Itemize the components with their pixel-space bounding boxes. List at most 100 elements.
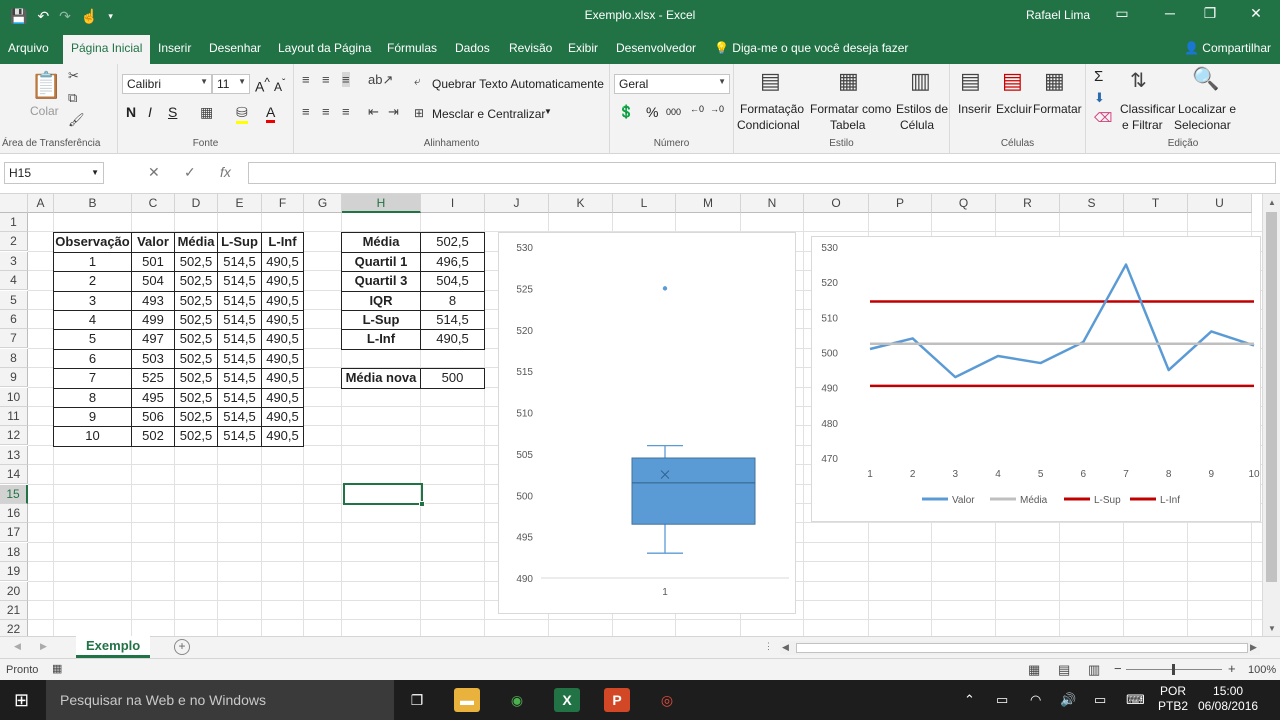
select-all-corner[interactable] bbox=[0, 194, 28, 213]
table-cell[interactable]: 4 bbox=[53, 310, 132, 331]
row-header-10[interactable]: 10 bbox=[0, 387, 28, 407]
table-cell[interactable]: 501 bbox=[131, 251, 175, 273]
column-header-h[interactable]: H bbox=[342, 194, 421, 213]
row-header-7[interactable]: 7 bbox=[0, 329, 28, 349]
share-button[interactable]: 👤 Compartilhar bbox=[1184, 41, 1271, 55]
row-header-3[interactable]: 3 bbox=[0, 251, 28, 271]
row-header-12[interactable]: 12 bbox=[0, 426, 28, 446]
column-header-u[interactable]: U bbox=[1188, 194, 1252, 213]
underline-button[interactable]: S bbox=[168, 104, 177, 120]
table-cell[interactable]: 9 bbox=[53, 407, 132, 428]
name-box[interactable]: H15 ▼ bbox=[4, 162, 104, 184]
format-as-table-line1[interactable]: Formatar como bbox=[810, 102, 891, 116]
column-header-c[interactable]: C bbox=[132, 194, 175, 213]
row-header-19[interactable]: 19 bbox=[0, 562, 28, 582]
table-cell[interactable]: 7 bbox=[53, 368, 132, 389]
align-middle-icon[interactable]: ≡ bbox=[322, 72, 330, 87]
cell-styles-line1[interactable]: Estilos de bbox=[896, 102, 948, 116]
shrink-font-icon[interactable]: Aˇ bbox=[274, 78, 285, 94]
sort-filter-line1[interactable]: Classificar bbox=[1120, 102, 1175, 116]
volume-icon[interactable]: 🔊 bbox=[1060, 692, 1076, 708]
table-cell[interactable]: 504 bbox=[131, 271, 175, 292]
selected-cell[interactable] bbox=[343, 483, 425, 507]
find-select-line2[interactable]: Selecionar bbox=[1174, 118, 1231, 132]
table-cell[interactable]: 502,5 bbox=[174, 310, 218, 331]
row-header-22[interactable]: 22 bbox=[0, 620, 28, 636]
table-cell[interactable]: 3 bbox=[53, 290, 132, 311]
table-cell[interactable]: 514,5 bbox=[217, 407, 262, 428]
row-header-20[interactable]: 20 bbox=[0, 581, 28, 601]
close-icon[interactable]: ✕ bbox=[1244, 5, 1268, 22]
conditional-formatting-line2[interactable]: Condicional bbox=[737, 118, 800, 132]
clear-icon[interactable]: ⌫ bbox=[1094, 110, 1112, 126]
table-cell[interactable]: 514,5 bbox=[217, 348, 262, 370]
align-left-icon[interactable]: ≡ bbox=[302, 104, 310, 119]
table-cell[interactable]: 490,5 bbox=[261, 348, 304, 370]
page-layout-view-icon[interactable]: ▤ bbox=[1058, 662, 1070, 678]
column-header-m[interactable]: M bbox=[676, 194, 741, 213]
page-break-view-icon[interactable]: ▥ bbox=[1088, 662, 1100, 678]
borders-icon[interactable]: ▦ bbox=[200, 104, 213, 121]
spreadsheet-grid[interactable]: A B C D E F G H I J K L M N O P Q R S T U 1 2 3 4 5 6 7 8 9 10 11 12 13 14… bbox=[0, 194, 1262, 636]
row-header-9[interactable]: 9 bbox=[0, 368, 28, 388]
enter-icon[interactable]: ✓ bbox=[184, 164, 196, 181]
column-header-i[interactable]: I bbox=[421, 194, 485, 213]
percent-icon[interactable]: % bbox=[646, 104, 658, 120]
row-header-17[interactable]: 17 bbox=[0, 523, 28, 543]
format-cells-button[interactable]: Formatar bbox=[1033, 102, 1082, 116]
table-cell[interactable]: 10 bbox=[53, 426, 132, 447]
table-cell[interactable]: 514,5 bbox=[217, 329, 262, 350]
macro-recording-icon[interactable]: ▦ bbox=[52, 662, 62, 675]
tab-inserir[interactable]: Inserir bbox=[158, 41, 191, 55]
tell-me-box[interactable]: 💡 Diga-me o que você deseja fazer bbox=[714, 41, 908, 55]
table-header-cell[interactable]: L-Inf bbox=[261, 232, 304, 253]
language-indicator[interactable]: POR PTB2 bbox=[1158, 684, 1188, 714]
stats-label-cell[interactable]: L-Inf bbox=[341, 329, 421, 350]
row-header-1[interactable]: 1 bbox=[0, 213, 28, 232]
orientation-icon[interactable]: ab↗ bbox=[368, 72, 393, 88]
zoom-slider-thumb[interactable] bbox=[1172, 664, 1175, 675]
row-header-21[interactable]: 21 bbox=[0, 601, 28, 620]
vertical-scrollbar[interactable]: ▲ ▼ bbox=[1262, 194, 1280, 636]
fill-color-icon[interactable]: ⛁ bbox=[236, 104, 248, 124]
column-header-d[interactable]: D bbox=[175, 194, 218, 213]
table-cell[interactable]: 502,5 bbox=[174, 426, 218, 447]
next-sheet-icon[interactable]: ▶ bbox=[40, 641, 47, 652]
column-header-r[interactable]: R bbox=[996, 194, 1060, 213]
horizontal-scrollbar[interactable]: ◀ ▶ bbox=[780, 641, 1260, 655]
table-cell[interactable]: 490,5 bbox=[261, 387, 304, 408]
minimize-icon[interactable]: ─ bbox=[1158, 5, 1182, 21]
scroll-up-icon[interactable]: ▲ bbox=[1263, 198, 1280, 207]
table-cell[interactable]: 502,5 bbox=[174, 271, 218, 292]
table-cell[interactable]: 514,5 bbox=[217, 368, 262, 389]
tab-layout-da-pagina[interactable]: Layout da Página bbox=[278, 41, 371, 55]
align-top-icon[interactable]: ≡ bbox=[302, 72, 310, 87]
table-cell[interactable]: 514,5 bbox=[217, 310, 262, 331]
paste-button[interactable]: Colar bbox=[30, 104, 59, 118]
table-cell[interactable]: 490,5 bbox=[261, 329, 304, 350]
column-header-j[interactable]: J bbox=[485, 194, 549, 213]
column-header-l[interactable]: L bbox=[613, 194, 676, 213]
sheet-tab-exemplo[interactable]: Exemplo bbox=[76, 636, 151, 658]
delete-cells-button[interactable]: Excluir bbox=[996, 102, 1032, 116]
stats-value-cell[interactable]: 490,5 bbox=[420, 329, 485, 350]
table-cell[interactable]: 493 bbox=[131, 290, 175, 311]
font-size-select[interactable]: 11 ▼ bbox=[212, 74, 250, 94]
table-cell[interactable]: 502,5 bbox=[174, 407, 218, 428]
row-header-6[interactable]: 6 bbox=[0, 310, 28, 329]
horizontal-scroll-thumb[interactable] bbox=[796, 643, 1248, 653]
app-taskbar-icon[interactable]: ◎ bbox=[654, 688, 680, 712]
table-header-cell[interactable]: Média bbox=[174, 232, 218, 253]
taskbar-search-box[interactable]: Pesquisar na Web e no Windows bbox=[46, 680, 394, 720]
tab-desenvolvedor[interactable]: Desenvolvedor bbox=[616, 41, 696, 55]
table-cell[interactable]: 502,5 bbox=[174, 251, 218, 273]
table-cell[interactable]: 502,5 bbox=[174, 290, 218, 311]
table-cell[interactable]: 525 bbox=[131, 368, 175, 389]
column-header-f[interactable]: F bbox=[262, 194, 304, 213]
new-mean-value-cell[interactable]: 500 bbox=[420, 368, 485, 389]
zoom-in-icon[interactable]: + bbox=[1228, 661, 1236, 676]
user-name[interactable]: Rafael Lima bbox=[1026, 8, 1090, 22]
stats-value-cell[interactable]: 502,5 bbox=[420, 232, 485, 253]
excel-taskbar-icon[interactable]: X bbox=[554, 688, 580, 712]
column-header-g[interactable]: G bbox=[304, 194, 342, 213]
